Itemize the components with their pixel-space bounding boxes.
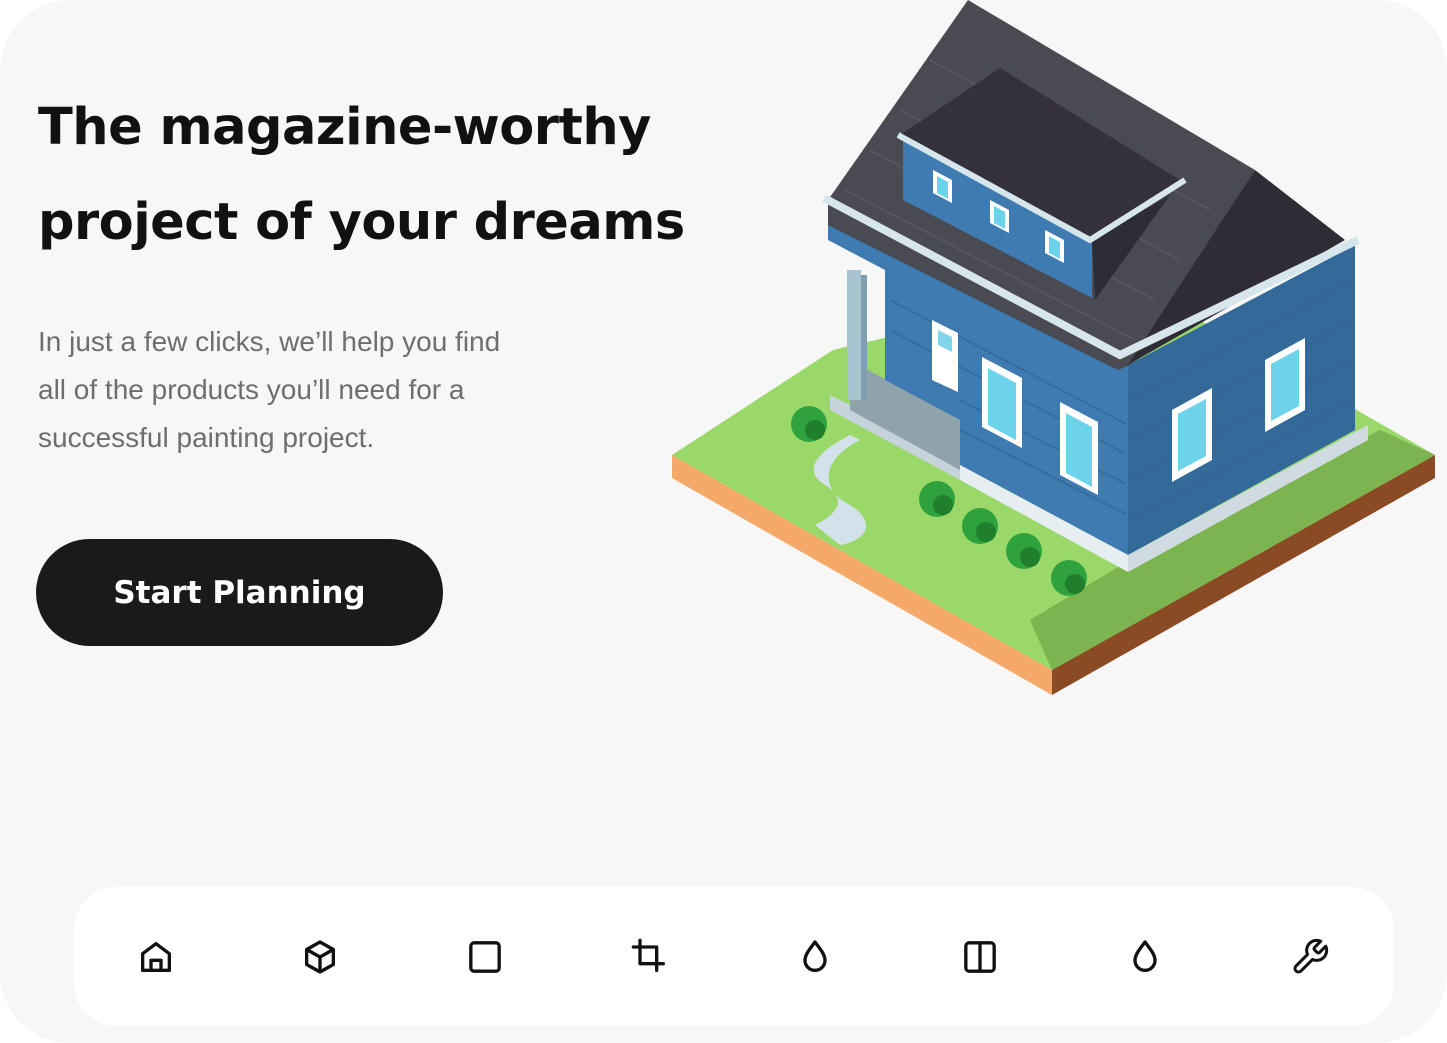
bottom-nav-bar <box>74 887 1394 1026</box>
home-icon <box>136 937 176 977</box>
crop-icon <box>630 937 670 977</box>
nav-crop-button[interactable] <box>612 919 688 995</box>
wrench-icon <box>1290 937 1330 977</box>
nav-home-button[interactable] <box>118 919 194 995</box>
start-planning-button[interactable]: Start Planning <box>36 539 443 646</box>
app-screen: The magazine-worthy project of your drea… <box>0 0 1447 1043</box>
nav-drop-button-2[interactable] <box>1107 919 1183 995</box>
drop-icon <box>1125 937 1165 977</box>
nav-cube-button[interactable] <box>282 919 358 995</box>
hero-subtext: In just a few clicks, we’ll help you fin… <box>38 326 501 453</box>
hero-headline: The magazine-worthy project of your drea… <box>38 98 685 252</box>
columns-icon <box>960 937 1000 977</box>
square-icon <box>465 937 505 977</box>
nav-columns-button[interactable] <box>942 919 1018 995</box>
isometric-house-illustration <box>660 0 1447 710</box>
nav-drop-button[interactable] <box>777 919 853 995</box>
nav-square-button[interactable] <box>447 919 523 995</box>
nav-wrench-button[interactable] <box>1272 919 1348 995</box>
drop-icon <box>795 937 835 977</box>
cube-icon <box>300 937 340 977</box>
